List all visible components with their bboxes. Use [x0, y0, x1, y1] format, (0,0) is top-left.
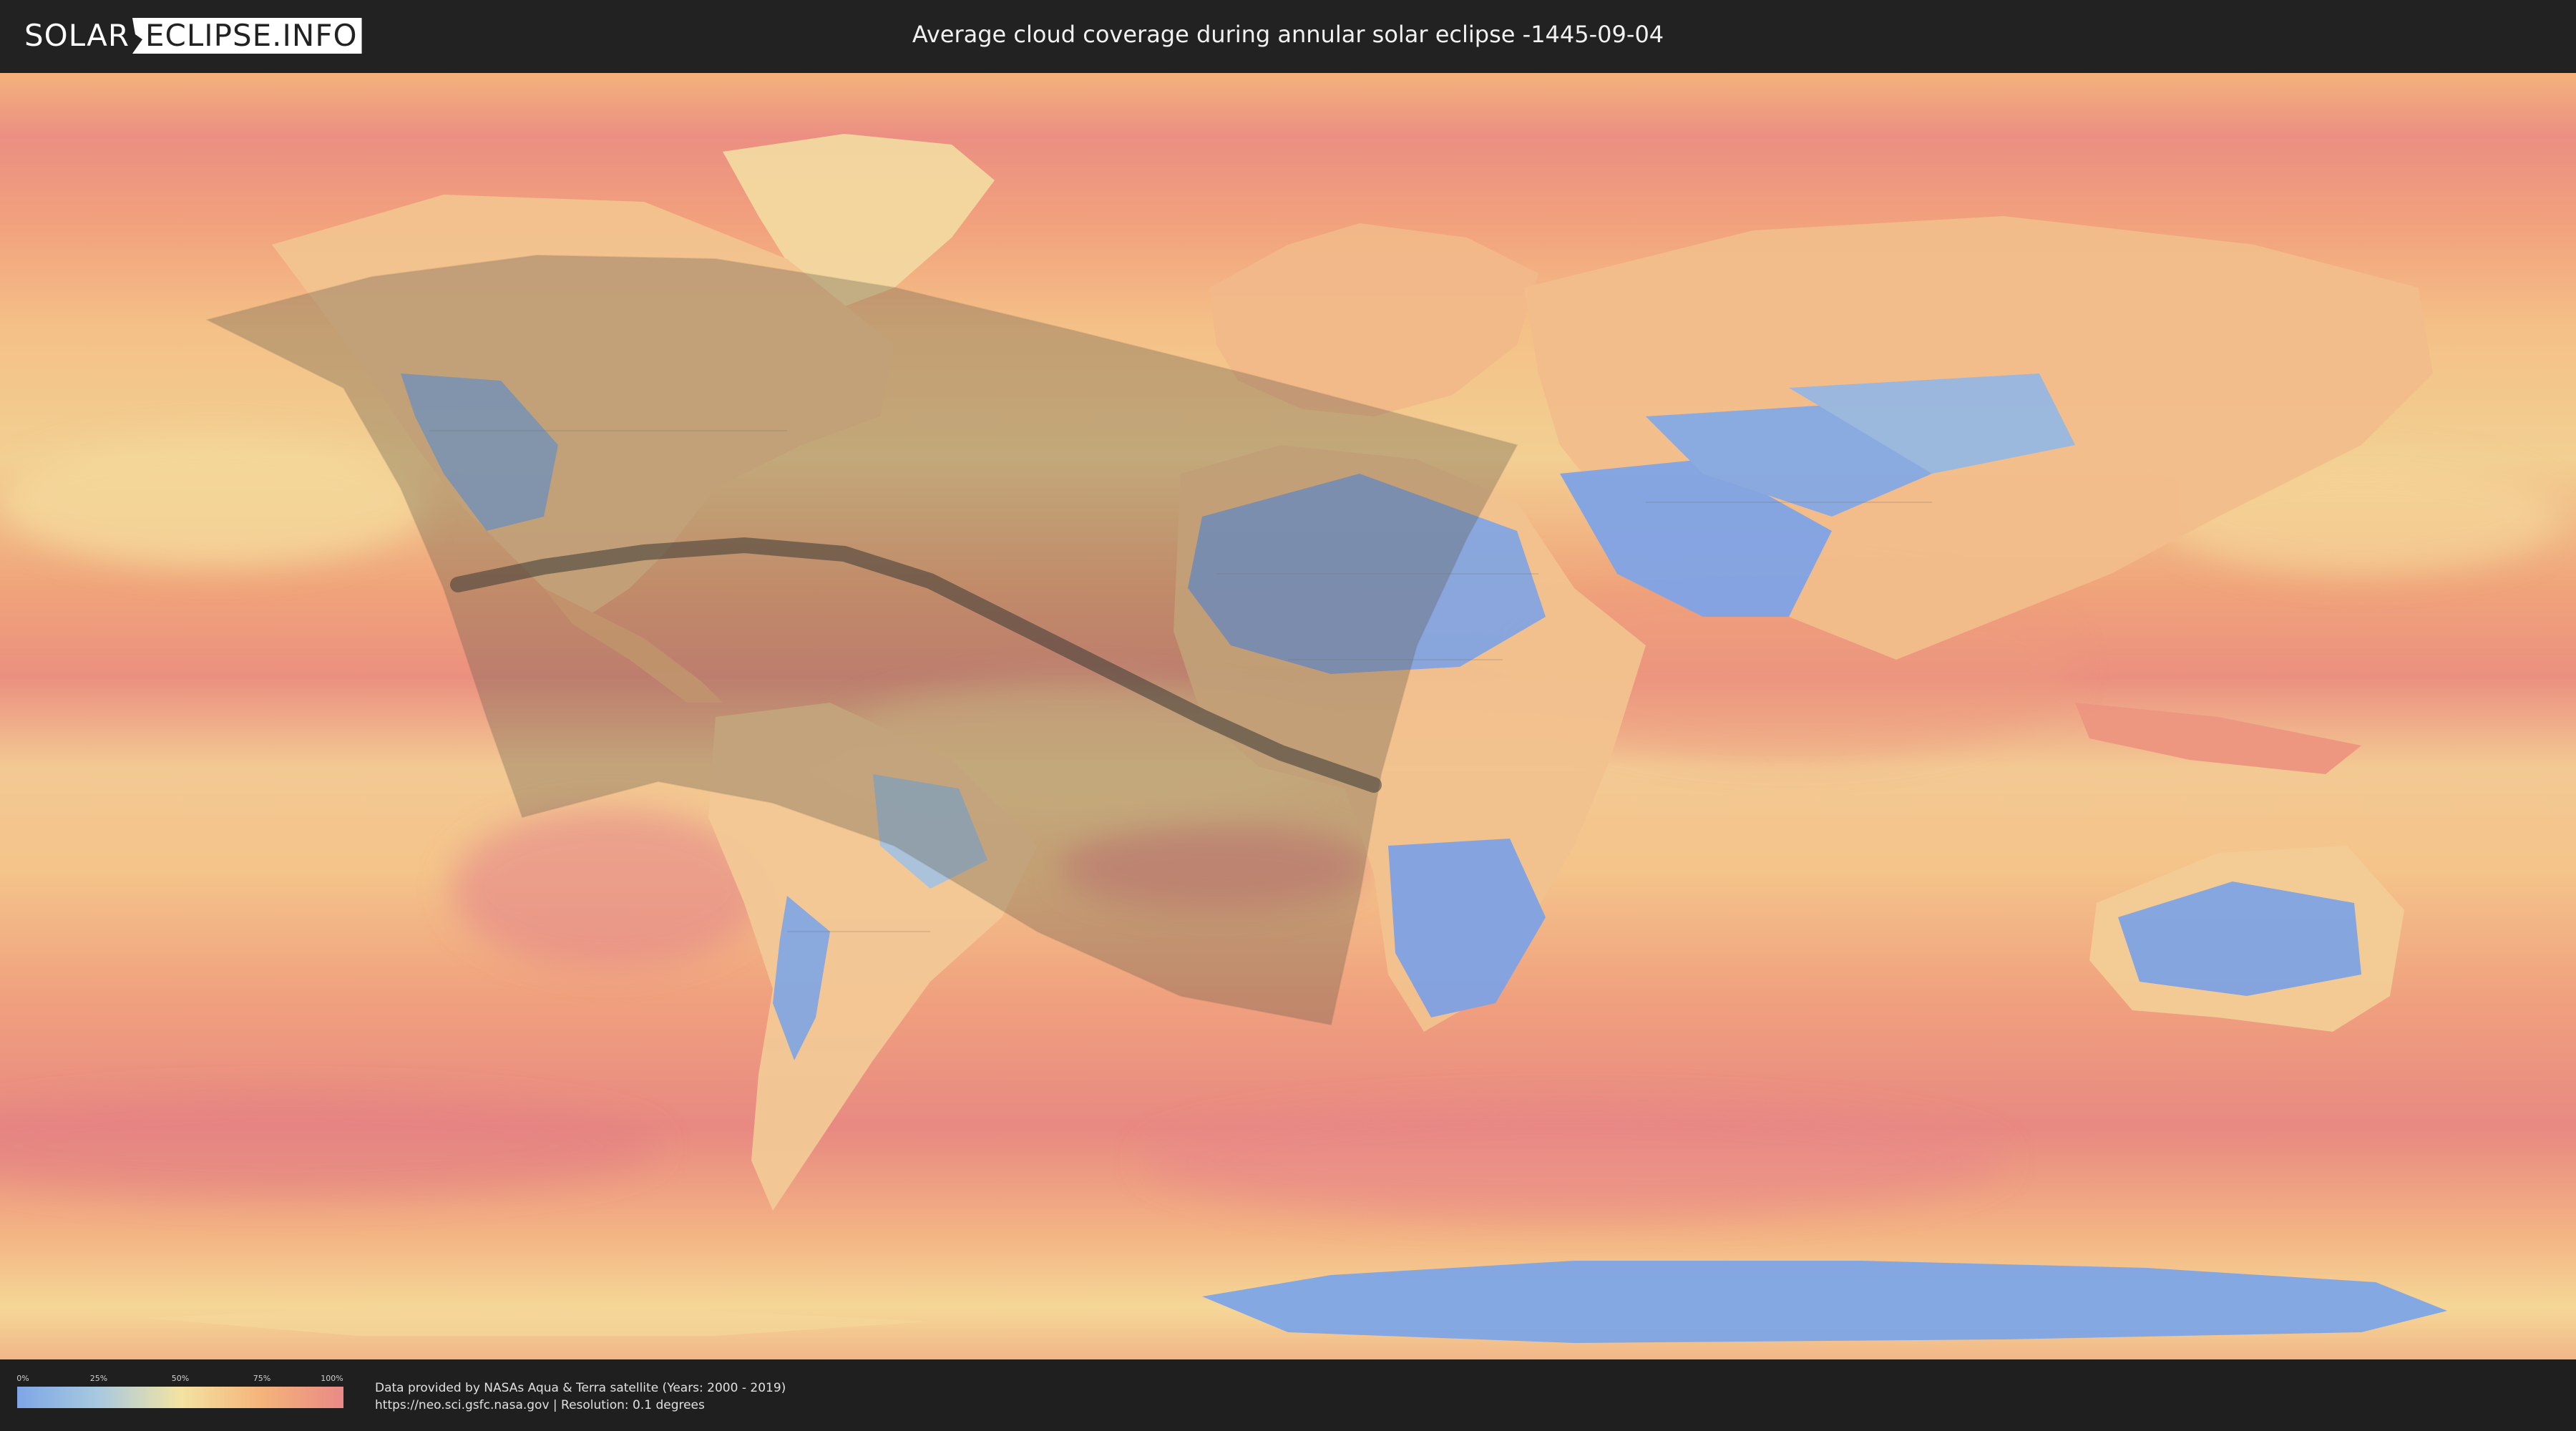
legend-tick-25: 25% — [89, 1374, 108, 1383]
map-frame — [0, 73, 2576, 1359]
page-title: Average cloud coverage during annular so… — [912, 21, 1664, 48]
data-credits: Data provided by NASAs Aqua & Terra sate… — [375, 1379, 786, 1414]
credit-line-url[interactable]: https://neo.sci.gsfc.nasa.gov | Resoluti… — [375, 1397, 786, 1414]
legend-ticks: 0% 25% 50% 75% 100% — [16, 1374, 343, 1387]
footer-bar: 0% 25% 50% 75% 100% Data provided by NAS… — [0, 1359, 2576, 1431]
legend-tick-0: 0% — [16, 1374, 29, 1383]
credit-line-source: Data provided by NASAs Aqua & Terra sate… — [375, 1381, 786, 1395]
cloud-coverage-legend: 0% 25% 50% 75% 100% — [16, 1374, 343, 1408]
cloud-coverage-map — [0, 73, 2576, 1359]
legend-tick-50: 50% — [171, 1374, 190, 1383]
legend-color-bar — [17, 1387, 343, 1408]
legend-tick-100: 100% — [321, 1374, 343, 1383]
legend-tick-75: 75% — [253, 1374, 271, 1383]
header-bar: SOLAR ECLIPSE.INFO Average cloud coverag… — [0, 0, 2576, 72]
